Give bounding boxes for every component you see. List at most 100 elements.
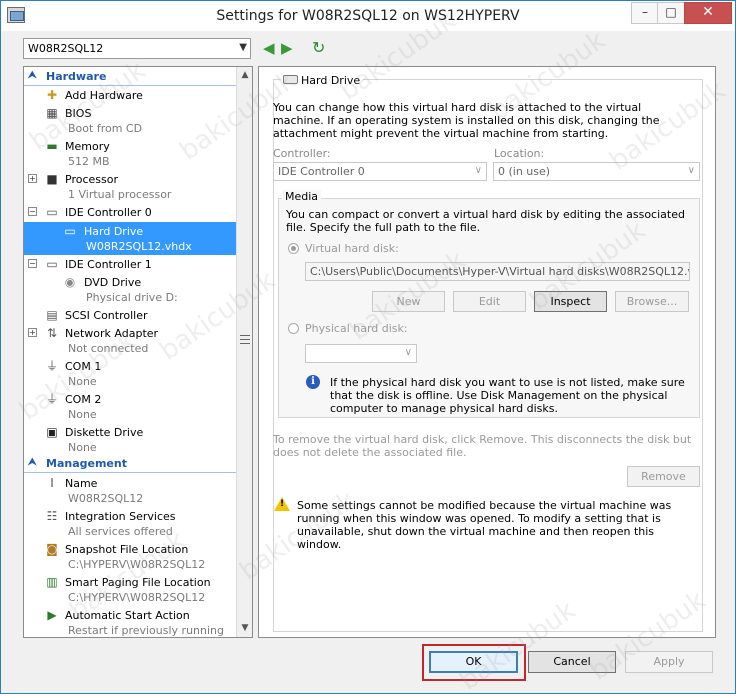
tree-item-label: COM 2: [65, 393, 102, 406]
close-button[interactable]: ✕: [684, 2, 732, 24]
tree-item-automatic-start-action[interactable]: ▶ Automatic Start Action Restart if prev…: [24, 606, 236, 637]
scsi-controller-icon: ▤: [46, 308, 58, 322]
collapse-chevron-icon: ⮝: [28, 70, 37, 81]
tree-item-label: COM 1: [65, 360, 102, 373]
smart-paging-icon: ▥: [46, 575, 58, 589]
collapse-chevron-icon: ⮝: [28, 457, 37, 468]
browse-button[interactable]: Browse...: [615, 291, 689, 312]
location-label: Location:: [494, 147, 545, 160]
tree-item-subtext: 1 Virtual processor: [68, 188, 172, 201]
tree-item-label: Automatic Start Action: [65, 609, 190, 622]
warning-text: Some settings cannot be modified because…: [297, 499, 672, 551]
snapshot-camera-icon: ◙: [46, 542, 58, 556]
tree-item-dvd-drive[interactable]: ◉ DVD Drive Physical drive D:: [24, 273, 236, 306]
tree-item-label: DVD Drive: [84, 276, 142, 289]
tree-item-com-2[interactable]: ⏚ COM 2 None: [24, 390, 236, 423]
scroll-grip-icon[interactable]: [240, 335, 250, 344]
floppy-disk-icon: ▣: [46, 425, 58, 439]
controller-dropdown[interactable]: IDE Controller 0 ∨: [273, 162, 487, 181]
tree-item-label: Processor: [65, 173, 118, 186]
minimize-button[interactable]: –: [631, 2, 659, 24]
tree-item-diskette-drive[interactable]: ▣ Diskette Drive None: [24, 423, 236, 456]
vhd-path-field[interactable]: C:\Users\Public\Documents\Hyper-V\Virtua…: [305, 262, 690, 281]
refresh-icon[interactable]: ↻: [312, 39, 328, 57]
chevron-down-icon: ∨: [404, 347, 412, 358]
media-title: Media: [282, 190, 322, 203]
scroll-down-arrow-icon[interactable]: ▼: [237, 620, 252, 637]
controller-label: Controller:: [273, 147, 331, 160]
tree-item-smart-paging-file-location[interactable]: ▥ Smart Paging File Location C:\HYPERV\W…: [24, 573, 236, 606]
physical-hard-disk-radio[interactable]: [288, 323, 299, 334]
location-value: 0 (in use): [498, 165, 551, 178]
tree-item-snapshot-file-location[interactable]: ◙ Snapshot File Location C:\HYPERV\W08R2…: [24, 540, 236, 573]
remove-button[interactable]: Remove: [627, 466, 700, 487]
new-button[interactable]: New: [372, 291, 445, 312]
automatic-start-icon: ▶: [47, 608, 57, 622]
tree-item-subtext: Restart if previously running: [68, 624, 224, 637]
tree-item-subtext: Not connected: [68, 342, 149, 355]
settings-tree-content: ⮝ Hardware ✚ Add Hardware ▦ BIOS Boot fr…: [24, 67, 236, 637]
tree-item-network-adapter[interactable]: + ⇅ Network Adapter Not connected: [24, 324, 236, 357]
edit-button[interactable]: Edit: [453, 291, 526, 312]
expand-plus-icon[interactable]: +: [28, 174, 37, 183]
inspect-button[interactable]: Inspect: [534, 291, 607, 312]
tree-item-add-hardware[interactable]: ✚ Add Hardware: [24, 86, 236, 103]
tree-item-hard-drive[interactable]: ▭ Hard Drive W08R2SQL12.vhdx: [24, 222, 236, 255]
tree-item-memory[interactable]: ▬ Memory 512 MB: [24, 137, 236, 170]
tree-item-label: Network Adapter: [65, 327, 159, 340]
tree-item-label: Integration Services: [65, 510, 176, 523]
tree-item-subtext: 512 MB: [68, 155, 110, 168]
physical-disk-dropdown[interactable]: ∨: [305, 344, 417, 363]
warning-icon: !: [274, 497, 290, 511]
chevron-down-icon: ▼: [239, 42, 247, 53]
tree-item-name[interactable]: I Name W08R2SQL12: [24, 474, 236, 507]
tree-item-label: Memory: [65, 140, 110, 153]
location-dropdown[interactable]: 0 (in use) ∨: [493, 162, 700, 181]
media-description: You can compact or convert a virtual har…: [286, 208, 685, 234]
title-bar: Settings for W08R2SQL12 on WS12HYPERV – …: [1, 1, 735, 31]
tree-item-scsi-controller[interactable]: ▤ SCSI Controller: [24, 306, 236, 324]
tree-item-subtext: C:\HYPERV\W08R2SQL12: [68, 558, 206, 571]
tree-item-label: IDE Controller 1: [65, 258, 152, 271]
back-arrow-icon[interactable]: ◀: [263, 39, 279, 57]
ok-highlight-box: [422, 644, 526, 681]
tree-item-subtext: None: [68, 408, 97, 421]
hard-drive-icon: ▭: [64, 224, 76, 238]
hardware-section-header[interactable]: ⮝ Hardware: [24, 69, 236, 86]
tree-item-label: Name: [65, 477, 98, 490]
maximize-button[interactable]: □: [657, 2, 685, 24]
cancel-button[interactable]: Cancel: [528, 651, 616, 673]
tree-item-integration-services[interactable]: ☷ Integration Services All services offe…: [24, 507, 236, 540]
virtual-hard-disk-label: Virtual hard disk:: [305, 242, 399, 255]
expand-plus-icon[interactable]: +: [28, 328, 37, 337]
info-icon: i: [306, 375, 320, 389]
network-adapter-icon: ⇅: [46, 326, 58, 340]
panel-title-label: Hard Drive: [301, 74, 361, 87]
tree-item-subtext: None: [68, 441, 97, 454]
virtual-hard-disk-radio[interactable]: [288, 243, 299, 254]
tree-item-bios[interactable]: ▦ BIOS Boot from CD: [24, 104, 236, 137]
collapse-minus-icon[interactable]: −: [28, 207, 37, 216]
collapse-minus-icon[interactable]: −: [28, 259, 37, 268]
tree-item-subtext: Physical drive D:: [86, 291, 178, 304]
physical-disk-info-text: If the physical hard disk you want to us…: [330, 376, 685, 415]
physical-hard-disk-label: Physical hard disk:: [305, 322, 408, 335]
tree-item-label: Smart Paging File Location: [65, 576, 211, 589]
vm-selector-dropdown[interactable]: W08R2SQL12 ▼: [23, 38, 251, 59]
tree-item-com-1[interactable]: ⏚ COM 1 None: [24, 357, 236, 390]
tree-item-subtext: W08R2SQL12: [68, 492, 144, 505]
tree-item-subtext: C:\HYPERV\W08R2SQL12: [68, 591, 206, 604]
tree-item-subtext: All services offered: [68, 525, 173, 538]
apply-button[interactable]: Apply: [625, 651, 713, 673]
hardware-header-label: Hardware: [46, 70, 107, 83]
tree-scrollbar[interactable]: ▲ ▼: [236, 67, 252, 637]
tree-item-label: BIOS: [65, 107, 92, 120]
tree-item-ide-controller-1[interactable]: − ▭ IDE Controller 1: [24, 255, 236, 273]
tree-item-processor[interactable]: + ■ Processor 1 Virtual processor: [24, 170, 236, 203]
forward-arrow-icon[interactable]: ▶: [281, 39, 297, 57]
tree-item-label: SCSI Controller: [65, 309, 148, 322]
management-section-header[interactable]: ⮝ Management: [24, 456, 236, 473]
scroll-up-arrow-icon[interactable]: ▲: [237, 67, 252, 84]
chevron-down-icon: ∨: [474, 165, 482, 176]
tree-item-ide-controller-0[interactable]: − ▭ IDE Controller 0: [24, 203, 236, 221]
